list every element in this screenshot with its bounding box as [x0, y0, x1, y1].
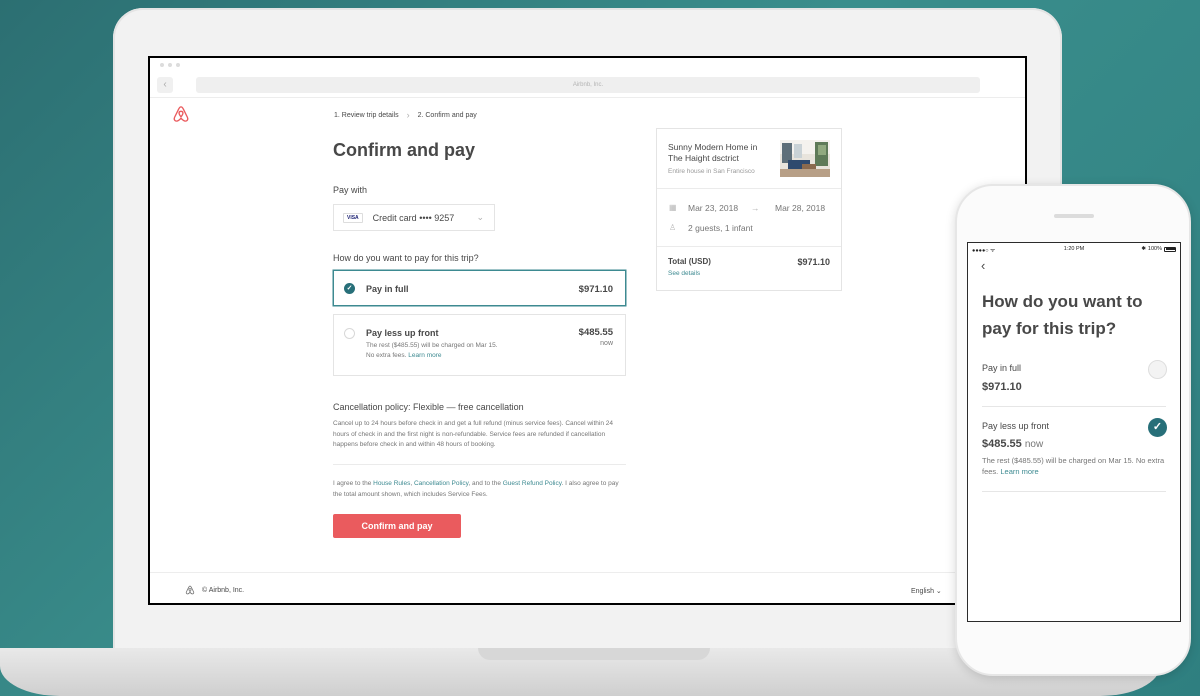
- airbnb-footer-logo-icon: [185, 585, 195, 595]
- check-in-date: Mar 23, 2018: [688, 203, 739, 213]
- breadcrumb: 1. Review trip details › 2. Confirm and …: [334, 110, 477, 120]
- radio-button[interactable]: [1148, 360, 1167, 379]
- option-description: The rest ($485.55) will be charged on Ma…: [366, 341, 566, 361]
- see-details-link[interactable]: See details: [668, 270, 700, 277]
- mobile-option-label[interactable]: Pay less up front: [982, 421, 1049, 431]
- phone-frame: ●●●●○ ᯤ 1:20 PM ✱ 100% ‹ How do you want…: [955, 184, 1191, 676]
- laptop-notch: [478, 648, 710, 660]
- browser-window: ‹ Airbnb, Inc. 1. Review trip details › …: [150, 58, 1025, 603]
- window-zoom-dot[interactable]: [176, 63, 180, 67]
- cancellation-policy-title: Cancellation policy: Flexible — free can…: [333, 402, 524, 412]
- listing-photo[interactable]: [780, 140, 830, 177]
- footer-copyright: © Airbnb, Inc.: [202, 587, 245, 594]
- page-title: Confirm and pay: [333, 140, 476, 160]
- bluetooth-icon: ✱: [1141, 246, 1146, 252]
- option-desc-line1: The rest ($485.55) will be charged on Ma…: [366, 342, 498, 349]
- option-amount: $485.55: [578, 327, 613, 338]
- window-close-dot[interactable]: [160, 63, 164, 67]
- payment-method-select[interactable]: VISA Credit card •••• 9257 ⌄: [333, 204, 495, 231]
- option-pay-less-up-front[interactable]: Pay less up front $485.55 now The rest (…: [333, 314, 626, 376]
- check-icon[interactable]: ✓: [1148, 418, 1167, 437]
- back-arrow-icon[interactable]: ‹: [981, 258, 985, 273]
- browser-toolbar: ‹ Airbnb, Inc.: [150, 58, 1025, 98]
- mobile-option-amount-row: $485.55 now: [982, 438, 1043, 450]
- battery-percent: 100%: [1147, 246, 1162, 252]
- listing-subtitle: Entire house in San Francisco: [668, 168, 755, 175]
- learn-more-link[interactable]: Learn more: [1000, 467, 1038, 476]
- visa-card-icon: VISA: [343, 212, 363, 223]
- guest-count: 2 guests, 1 infant: [688, 223, 753, 233]
- breadcrumb-step-review[interactable]: 1. Review trip details: [334, 112, 399, 119]
- agreement-text: I agree to the House Rules, Cancellation…: [333, 478, 626, 500]
- laptop-screen: ‹ Airbnb, Inc. 1. Review trip details › …: [148, 56, 1027, 605]
- guest-refund-policy-link[interactable]: Guest Refund Policy: [503, 480, 562, 487]
- cancellation-policy-link[interactable]: Cancellation Policy: [414, 480, 468, 487]
- footer-divider: [150, 572, 1025, 573]
- phone-speaker: [1054, 214, 1094, 218]
- guests-icon: ♙: [669, 223, 677, 232]
- option-label: Pay less up front: [366, 328, 439, 338]
- mobile-option-label[interactable]: Pay in full: [982, 363, 1021, 373]
- window-controls: [160, 63, 180, 67]
- trip-summary-card: Sunny Modern Home in The Haight dsctrict…: [656, 128, 842, 291]
- phone-screen: ●●●●○ ᯤ 1:20 PM ✱ 100% ‹ How do you want…: [967, 242, 1181, 622]
- listing-title[interactable]: Sunny Modern Home in The Haight dsctrict: [668, 142, 773, 164]
- status-bar: ●●●●○ ᯤ 1:20 PM ✱ 100%: [968, 243, 1180, 255]
- cancellation-policy-text: Cancel up to 24 hours before check in an…: [333, 420, 614, 448]
- option-pay-in-full[interactable]: ✓ Pay in full $971.10: [333, 270, 626, 306]
- browser-back-button[interactable]: ‹: [157, 77, 173, 93]
- check-icon[interactable]: ✓: [344, 283, 355, 294]
- mobile-title: How do you want to pay for this trip?: [982, 292, 1143, 338]
- payment-method-value: Credit card •••• 9257: [372, 212, 455, 223]
- status-right: ✱ 100%: [1141, 246, 1176, 252]
- language-selector[interactable]: English ⌄: [911, 587, 942, 595]
- chevron-down-icon: ⌄: [476, 212, 484, 222]
- calendar-icon: ▦: [669, 203, 677, 212]
- option-label: Pay in full: [366, 284, 409, 294]
- agree-text-part: I agree to the: [333, 480, 374, 487]
- airbnb-logo-icon[interactable]: [172, 105, 190, 123]
- house-rules-link[interactable]: House Rules: [373, 480, 410, 487]
- window-minimize-dot[interactable]: [168, 63, 172, 67]
- check-out-date: Mar 28, 2018: [775, 203, 826, 213]
- payment-question: How do you want to pay for this trip?: [333, 253, 479, 263]
- mobile-option-amount: $971.10: [982, 381, 1022, 393]
- mobile-option-amount: $485.55: [982, 438, 1022, 450]
- total-amount: $971.10: [797, 257, 830, 267]
- option-amount-sub: now: [600, 340, 613, 347]
- option-desc-line2: No extra fees.: [366, 352, 407, 359]
- divider: [333, 464, 626, 465]
- mobile-option-amount-sub: now: [1024, 439, 1044, 450]
- address-bar[interactable]: Airbnb, Inc.: [196, 77, 980, 93]
- breadcrumb-step-confirm: 2. Confirm and pay: [417, 111, 477, 119]
- divider: [657, 188, 841, 189]
- total-label: Total (USD): [668, 257, 711, 266]
- arrow-right-icon: →: [751, 203, 760, 213]
- breadcrumb-chevron-icon: ›: [406, 110, 410, 120]
- mobile-option-description: The rest ($485.55) will be charged on Ma…: [982, 456, 1172, 477]
- divider: [982, 406, 1166, 407]
- divider: [657, 246, 841, 247]
- battery-icon: [1164, 246, 1176, 252]
- radio-button[interactable]: [344, 328, 355, 339]
- living-room-image-icon: [780, 140, 830, 177]
- divider: [982, 491, 1166, 492]
- confirm-and-pay-button[interactable]: Confirm and pay: [333, 514, 461, 538]
- learn-more-link[interactable]: Learn more: [408, 352, 441, 359]
- pay-with-label: Pay with: [333, 185, 368, 195]
- option-amount: $971.10: [578, 284, 613, 295]
- agree-text-part: , and to the: [468, 480, 503, 487]
